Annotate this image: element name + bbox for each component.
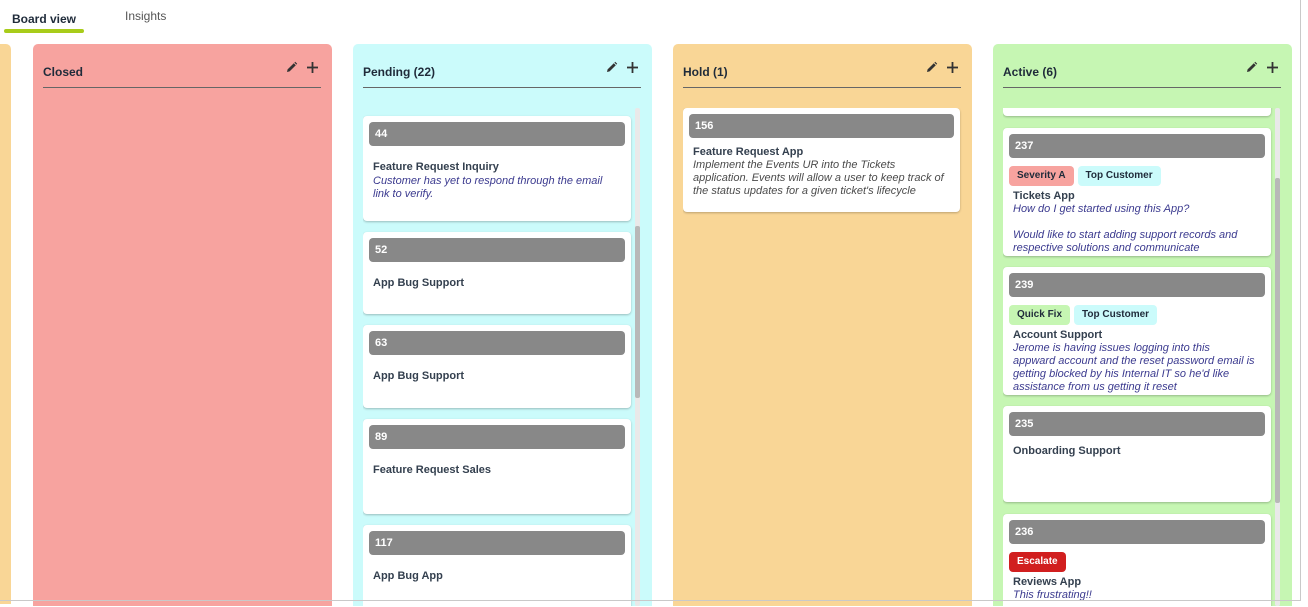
card-title: Reviews App <box>1013 576 1082 588</box>
plus-icon[interactable] <box>306 61 319 74</box>
column-title: Hold (1) <box>683 65 728 79</box>
card-title: App Bug Support <box>373 277 465 289</box>
column-active: Active (6) 237 Severity A Top Customer T… <box>993 44 1292 606</box>
card-list: 237 Severity A Top Customer Tickets App … <box>1003 108 1283 606</box>
tag-escalate: Escalate <box>1009 552 1066 572</box>
card-id: 237 <box>1009 134 1265 158</box>
card-id: 236 <box>1009 520 1265 544</box>
active-tab-indicator <box>4 29 84 33</box>
card-title: Feature Request Inquiry <box>373 161 499 173</box>
pencil-icon[interactable] <box>925 61 938 74</box>
tag-severity: Severity A <box>1009 166 1074 186</box>
tag-quick-fix: Quick Fix <box>1009 305 1071 325</box>
frame-border-right <box>1300 0 1301 600</box>
card-title: Account Support <box>1013 329 1103 341</box>
column-header: Closed <box>43 61 321 88</box>
ticket-card[interactable]: 239 Quick Fix Top Customer Account Suppo… <box>1003 267 1271 395</box>
column-tools <box>285 61 319 74</box>
card-title: Tickets App <box>1013 190 1075 202</box>
column-tools <box>1245 61 1279 74</box>
ticket-card[interactable]: 156 Feature Request App Implement the Ev… <box>683 108 960 212</box>
ticket-card[interactable] <box>1003 108 1271 116</box>
card-title: App Bug App <box>373 570 443 582</box>
scrollbar[interactable] <box>1275 108 1280 606</box>
pencil-icon[interactable] <box>605 61 618 74</box>
ticket-card[interactable]: 52 App Bug Support <box>363 232 631 314</box>
card-id: 44 <box>369 122 625 146</box>
card-id: 156 <box>689 114 954 138</box>
card-tags: Quick Fix Top Customer <box>1009 305 1158 325</box>
plus-icon[interactable] <box>626 61 639 74</box>
card-title: App Bug Support <box>373 370 465 382</box>
tag-top-customer: Top Customer <box>1074 305 1158 325</box>
column-hold: Hold (1) 156 Feature Request App Impleme… <box>673 44 972 606</box>
card-id: 239 <box>1009 273 1265 297</box>
ticket-card[interactable]: 89 Feature Request Sales <box>363 419 631 514</box>
card-id: 63 <box>369 331 625 355</box>
frame-border-bottom <box>0 600 1301 601</box>
column-title: Closed <box>43 65 84 79</box>
column-title: Active (6) <box>1003 65 1058 79</box>
ticket-card[interactable]: 237 Severity A Top Customer Tickets App … <box>1003 128 1271 256</box>
pencil-icon[interactable] <box>1245 61 1258 74</box>
column-pending: Pending (22) 44 Feature Request Inquiry … <box>353 44 652 606</box>
scroll-thumb[interactable] <box>635 226 640 398</box>
card-list: 44 Feature Request Inquiry Customer has … <box>363 108 643 606</box>
card-id: 117 <box>369 531 625 555</box>
view-tabs: Board view Insights <box>0 0 1300 40</box>
scrollbar[interactable] <box>635 108 640 606</box>
column-tools <box>605 61 639 74</box>
column-stub-offscreen <box>0 44 11 604</box>
ticket-card[interactable]: 44 Feature Request Inquiry Customer has … <box>363 116 631 221</box>
column-header: Hold (1) <box>683 61 961 88</box>
plus-icon[interactable] <box>946 61 959 74</box>
card-description: Customer has yet to respond through the … <box>373 175 603 200</box>
pencil-icon[interactable] <box>285 61 298 74</box>
column-header: Pending (22) <box>363 61 641 88</box>
ticket-card[interactable]: 236 Escalate Reviews App This frustratin… <box>1003 514 1271 606</box>
card-description: Implement the Events UR into the Tickets… <box>693 159 944 197</box>
ticket-card[interactable]: 63 App Bug Support <box>363 325 631 408</box>
tab-board-view[interactable]: Board view <box>12 12 76 26</box>
scroll-thumb[interactable] <box>1275 178 1280 503</box>
card-list: 156 Feature Request App Implement the Ev… <box>683 108 963 606</box>
card-description-more: Would like to start adding support recor… <box>1013 229 1238 254</box>
card-title: Feature Request App <box>693 146 804 158</box>
card-id: 52 <box>369 238 625 262</box>
ticket-card[interactable]: 117 App Bug App <box>363 525 631 606</box>
column-closed: Closed <box>33 44 332 606</box>
column-title: Pending (22) <box>363 65 436 79</box>
plus-icon[interactable] <box>1266 61 1279 74</box>
card-id: 89 <box>369 425 625 449</box>
tab-insights[interactable]: Insights <box>125 9 166 23</box>
card-title: Feature Request Sales <box>373 464 491 476</box>
card-id: 235 <box>1009 412 1265 436</box>
column-header: Active (6) <box>1003 61 1281 88</box>
card-description: How do I get started using this App? <box>1013 203 1190 215</box>
card-title: Onboarding Support <box>1013 445 1121 457</box>
card-description: Jerome is having issues logging into thi… <box>1013 342 1255 393</box>
kanban-app: Board view Insights Closed Pending (22) <box>0 0 1308 607</box>
card-tags: Escalate <box>1009 552 1066 572</box>
column-tools <box>925 61 959 74</box>
card-tags: Severity A Top Customer <box>1009 166 1161 186</box>
ticket-card[interactable]: 235 Onboarding Support <box>1003 406 1271 502</box>
tag-top-customer: Top Customer <box>1077 166 1161 186</box>
